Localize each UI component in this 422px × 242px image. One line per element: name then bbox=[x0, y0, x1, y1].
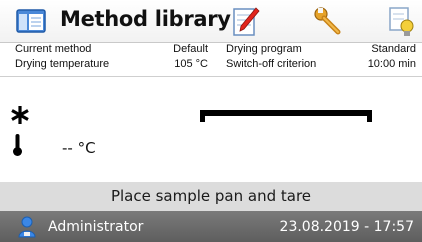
current-method-value: Default bbox=[173, 43, 208, 55]
drying-program-label: Drying program bbox=[226, 43, 302, 55]
page-title: Method library bbox=[60, 7, 231, 31]
drying-temperature-value: 105 °C bbox=[174, 58, 208, 70]
drying-temperature-label: Drying temperature bbox=[15, 58, 110, 70]
current-method-label: Current method bbox=[15, 43, 92, 55]
user-name[interactable]: Administrator bbox=[48, 219, 143, 235]
drying-program-value: Standard bbox=[371, 43, 416, 55]
weight-display-bracket bbox=[200, 110, 372, 122]
top-toolbar: Method library bbox=[0, 0, 422, 43]
switch-off-criterion-value: 10:00 min bbox=[367, 58, 416, 70]
thermometer-icon bbox=[12, 133, 24, 161]
asterisk-icon bbox=[10, 105, 30, 129]
status-bar: Administrator 23.08.2019 - 17:57 bbox=[0, 211, 422, 242]
user-icon[interactable] bbox=[18, 216, 36, 242]
switch-off-criterion-label: Switch-off criterion bbox=[226, 58, 317, 70]
method-library-icon[interactable] bbox=[16, 9, 46, 37]
instruction-bar: Place sample pan and tare bbox=[0, 182, 422, 211]
date-time: 23.08.2019 - 17:57 bbox=[279, 219, 414, 235]
temperature-readout: -- °C bbox=[62, 139, 96, 157]
divider bbox=[0, 76, 422, 77]
lamp-settings-icon[interactable] bbox=[388, 6, 416, 42]
wrench-icon[interactable] bbox=[312, 6, 342, 40]
method-info-panel: Current method Default Drying program St… bbox=[0, 42, 422, 76]
edit-pencil-icon[interactable] bbox=[232, 5, 260, 41]
